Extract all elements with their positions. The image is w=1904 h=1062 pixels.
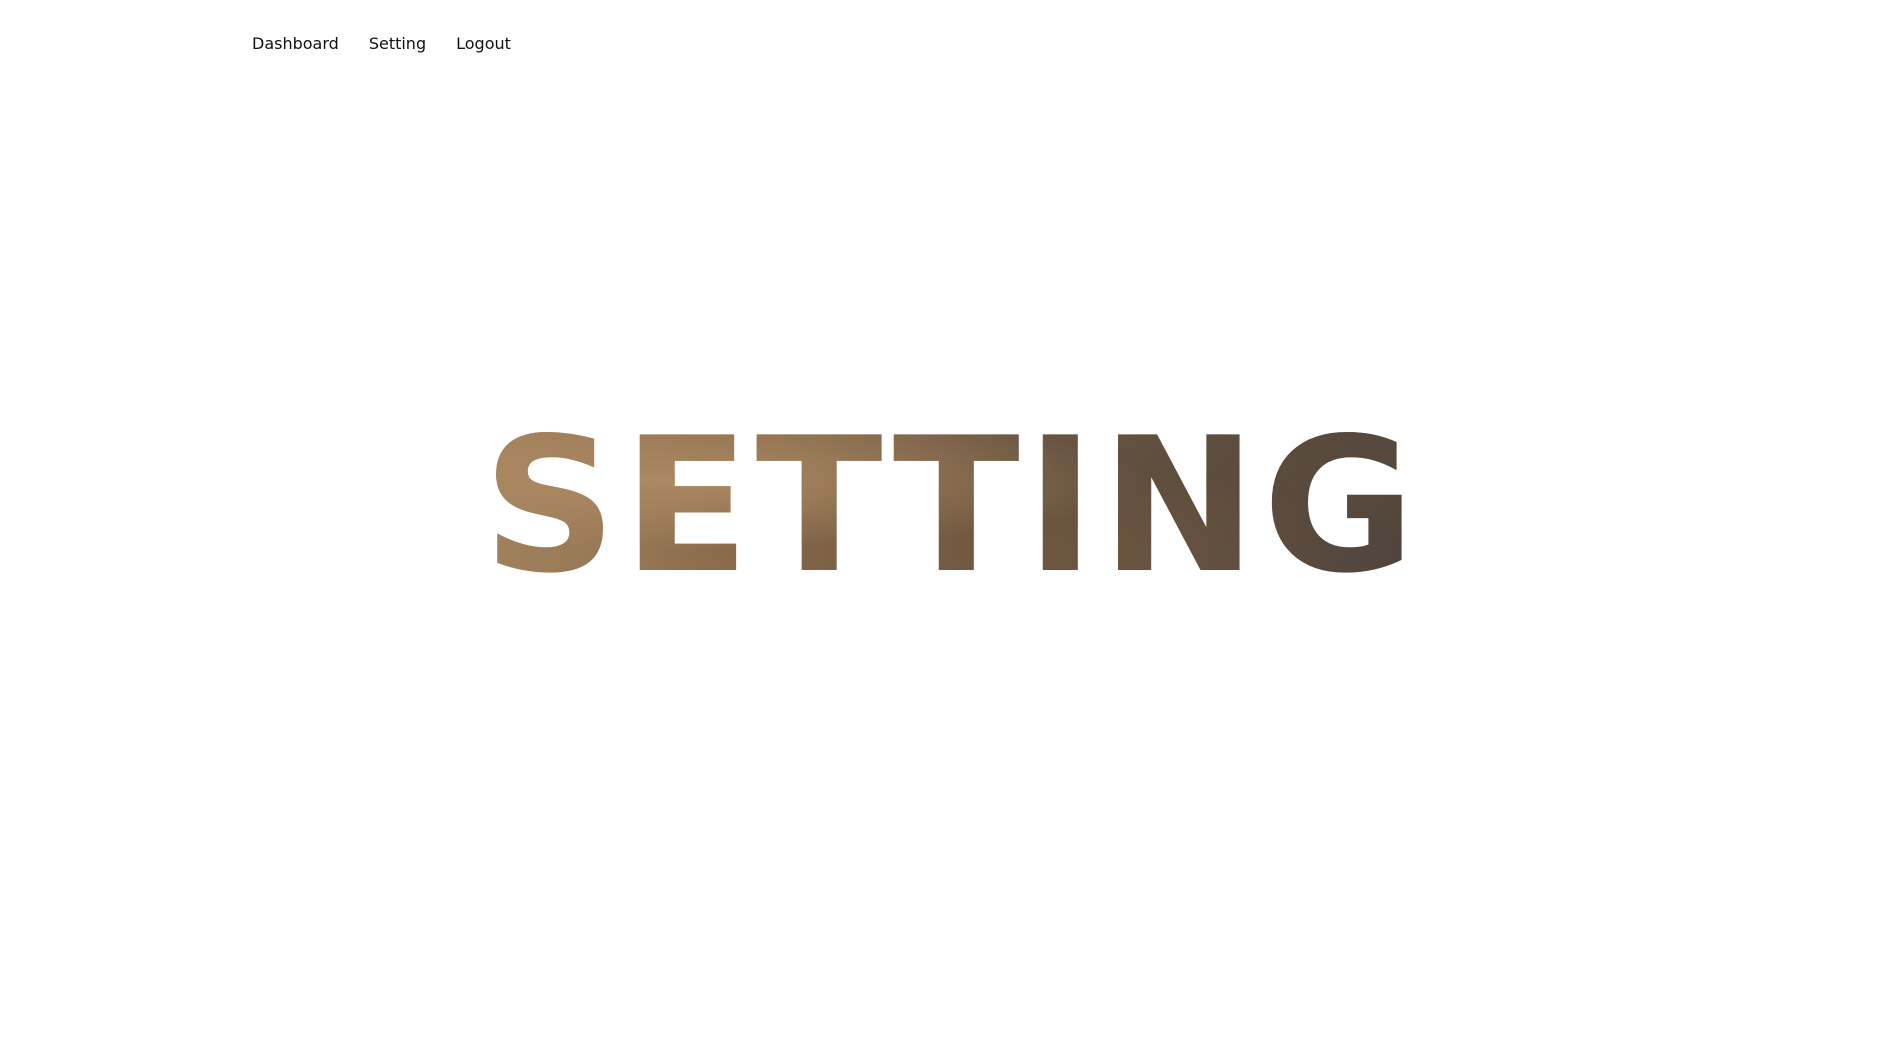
page-title: SETTING [482,397,1422,614]
nav-link-logout[interactable]: Logout [456,32,511,56]
nav-link-dashboard[interactable]: Dashboard [252,32,339,56]
hero-section: SETTING [0,420,1904,592]
top-navigation: Dashboard Setting Logout [252,32,511,56]
nav-link-setting[interactable]: Setting [369,32,426,56]
